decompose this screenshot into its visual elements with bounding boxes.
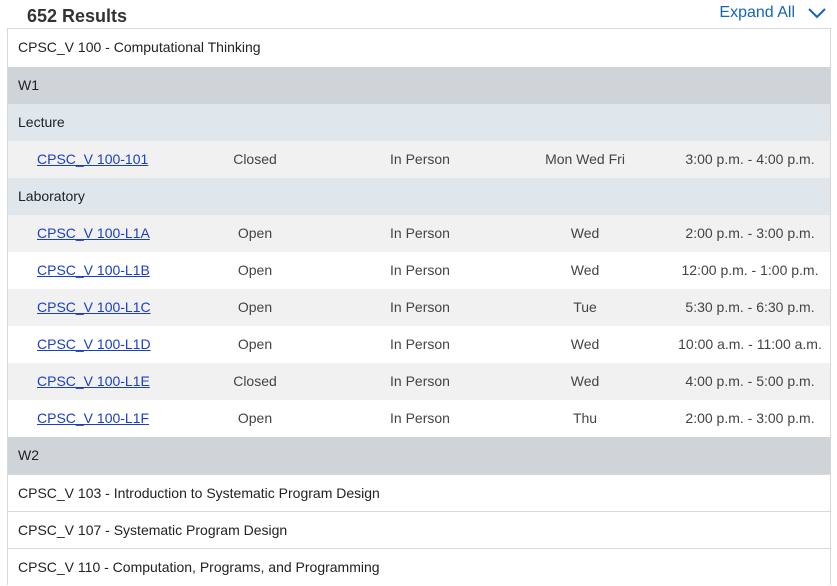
section-time: 2:00 p.m. - 3:00 p.m.: [685, 225, 815, 241]
section-row: CPSC_V 100-L1D Open In Person Wed 10:00 …: [8, 326, 830, 363]
section-days: Tue: [573, 299, 597, 315]
section-row: CPSC_V 100-101 Closed In Person Mon Wed …: [8, 141, 830, 178]
section-row: CPSC_V 100-L1B Open In Person Wed 12:00 …: [8, 252, 830, 289]
expand-all-button[interactable]: Expand All: [719, 4, 827, 22]
term-header: W1: [8, 67, 830, 104]
section-row: CPSC_V 100-L1F Open In Person Thu 2:00 p…: [8, 400, 830, 437]
section-days: Wed: [570, 373, 600, 389]
results-count: 652 Results: [27, 6, 128, 26]
course-row[interactable]: CPSC_V 107 - Systematic Program Design: [8, 511, 830, 548]
section-row: CPSC_V 100-L1A Open In Person Wed 2:00 p…: [8, 215, 830, 252]
course-row[interactable]: CPSC_V 100 - Computational Thinking: [8, 28, 830, 67]
section-time: 5:30 p.m. - 6:30 p.m.: [685, 299, 815, 315]
section-type-header: Laboratory: [8, 178, 830, 215]
section-time: 4:00 p.m. - 5:00 p.m.: [685, 373, 815, 389]
section-time: 3:00 p.m. - 4:00 p.m.: [685, 151, 815, 167]
section-mode: In Person: [390, 225, 450, 241]
section-status: Open: [237, 262, 273, 278]
section-link[interactable]: CPSC_V 100-L1A: [37, 215, 150, 252]
section-status: Open: [237, 336, 273, 352]
course-row[interactable]: CPSC_V 103 - Introduction to Systematic …: [8, 474, 830, 511]
section-link[interactable]: CPSC_V 100-L1F: [37, 400, 149, 437]
section-mode: In Person: [390, 410, 450, 426]
term-header: W2: [8, 437, 830, 474]
section-status: Closed: [233, 151, 277, 167]
section-days: Wed: [570, 262, 600, 278]
expand-all-label: Expand All: [719, 4, 795, 21]
section-mode: In Person: [390, 151, 450, 167]
section-type-header: Lecture: [8, 104, 830, 141]
section-mode: In Person: [390, 262, 450, 278]
course-results-list: CPSC_V 100 - Computational Thinking W1 L…: [7, 28, 831, 585]
section-link[interactable]: CPSC_V 100-L1D: [37, 326, 151, 363]
section-mode: In Person: [390, 336, 450, 352]
section-link[interactable]: CPSC_V 100-L1C: [37, 289, 151, 326]
section-status: Open: [237, 299, 273, 315]
section-days: Thu: [572, 410, 598, 426]
section-row: CPSC_V 100-L1C Open In Person Tue 5:30 p…: [8, 289, 830, 326]
section-mode: In Person: [390, 299, 450, 315]
section-status: Open: [237, 225, 273, 241]
section-time: 2:00 p.m. - 3:00 p.m.: [685, 410, 815, 426]
results-header: 652 Results Expand All: [0, 0, 837, 28]
chevron-down-icon: [808, 8, 826, 19]
section-days: Mon Wed Fri: [545, 151, 625, 167]
course-row[interactable]: CPSC_V 110 - Computation, Programs, and …: [8, 548, 830, 585]
section-time: 10:00 a.m. - 11:00 a.m.: [678, 336, 822, 352]
section-days: Wed: [570, 336, 600, 352]
section-status: Closed: [233, 373, 277, 389]
section-row: CPSC_V 100-L1E Closed In Person Wed 4:00…: [8, 363, 830, 400]
section-link[interactable]: CPSC_V 100-L1B: [37, 252, 150, 289]
section-time: 12:00 p.m. - 1:00 p.m.: [681, 262, 819, 278]
section-mode: In Person: [390, 373, 450, 389]
section-days: Wed: [570, 225, 600, 241]
section-link[interactable]: CPSC_V 100-101: [37, 141, 148, 178]
section-status: Open: [237, 410, 273, 426]
section-link[interactable]: CPSC_V 100-L1E: [37, 363, 150, 400]
